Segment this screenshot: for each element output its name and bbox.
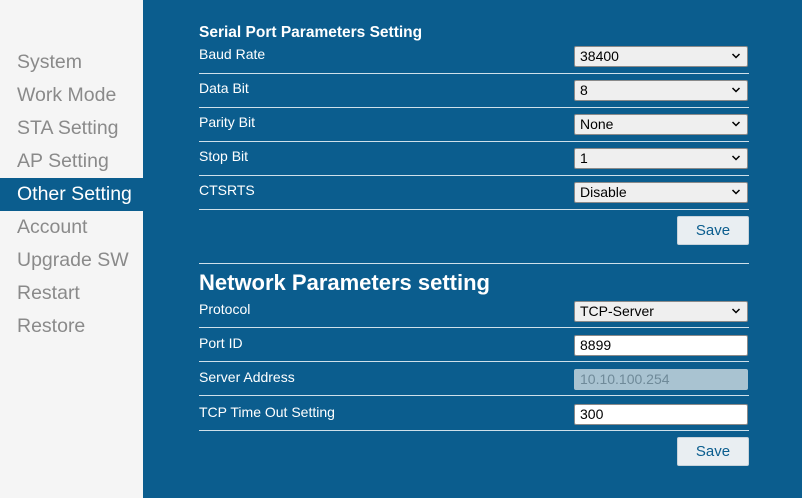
stop-bit-value: 1 bbox=[580, 150, 588, 166]
section-divider bbox=[199, 263, 749, 264]
server-address-value: 10.10.100.254 bbox=[580, 371, 670, 387]
protocol-select[interactable]: TCP-Server bbox=[574, 301, 748, 322]
port-id-row: Port ID 8899 bbox=[199, 335, 749, 362]
network-section-title: Network Parameters setting bbox=[199, 270, 490, 295]
tcp-timeout-label: TCP Time Out Setting bbox=[199, 404, 335, 420]
serial-section-title: Serial Port Parameters Setting bbox=[199, 24, 423, 41]
sidebar-item-ap-setting[interactable]: AP Setting bbox=[0, 145, 143, 178]
protocol-value: TCP-Server bbox=[580, 303, 654, 319]
baud-rate-select[interactable]: 38400 bbox=[574, 46, 748, 67]
baud-rate-value: 38400 bbox=[580, 48, 619, 64]
stop-bit-select[interactable]: 1 bbox=[574, 148, 748, 169]
data-bit-label: Data Bit bbox=[199, 80, 249, 96]
data-bit-value: 8 bbox=[580, 82, 588, 98]
sidebar-item-other-setting[interactable]: Other Setting bbox=[0, 178, 143, 211]
parity-bit-row: Parity Bit None bbox=[199, 114, 749, 142]
protocol-row: Protocol TCP-Server bbox=[199, 301, 749, 328]
data-bit-row: Data Bit 8 bbox=[199, 80, 749, 108]
sidebar-item-account[interactable]: Account bbox=[0, 211, 143, 244]
ctsrts-value: Disable bbox=[580, 184, 627, 200]
chevron-down-icon bbox=[731, 155, 741, 161]
protocol-label: Protocol bbox=[199, 301, 251, 317]
tcp-timeout-value: 300 bbox=[580, 406, 604, 422]
chevron-down-icon bbox=[731, 308, 741, 314]
tcp-timeout-row: TCP Time Out Setting 300 bbox=[199, 404, 749, 431]
chevron-down-icon bbox=[731, 53, 741, 59]
sidebar-item-system[interactable]: System bbox=[0, 46, 143, 79]
port-id-value: 8899 bbox=[580, 337, 612, 353]
baud-rate-row: Baud Rate 38400 bbox=[199, 46, 749, 74]
sidebar-item-restore[interactable]: Restore bbox=[0, 310, 143, 343]
server-address-row: Server Address 10.10.100.254 bbox=[199, 369, 749, 396]
ctsrts-row: CTSRTS Disable bbox=[199, 182, 749, 210]
stop-bit-label: Stop Bit bbox=[199, 148, 249, 164]
serial-save-button[interactable]: Save bbox=[677, 216, 749, 245]
server-address-label: Server Address bbox=[199, 369, 295, 385]
sidebar-item-work-mode[interactable]: Work Mode bbox=[0, 79, 143, 112]
data-bit-select[interactable]: 8 bbox=[574, 80, 748, 101]
baud-rate-label: Baud Rate bbox=[199, 46, 266, 62]
network-save-button[interactable]: Save bbox=[677, 437, 749, 466]
ctsrts-select[interactable]: Disable bbox=[574, 182, 748, 203]
server-address-input: 10.10.100.254 bbox=[574, 369, 748, 390]
parity-bit-value: None bbox=[580, 116, 614, 132]
parity-bit-label: Parity Bit bbox=[199, 114, 256, 130]
sidebar-nav: System Work Mode STA Setting AP Setting … bbox=[0, 46, 143, 343]
chevron-down-icon bbox=[731, 189, 741, 195]
sidebar: System Work Mode STA Setting AP Setting … bbox=[0, 0, 143, 498]
sidebar-item-restart[interactable]: Restart bbox=[0, 277, 143, 310]
chevron-down-icon bbox=[731, 121, 741, 127]
chevron-down-icon bbox=[731, 87, 741, 93]
ctsrts-label: CTSRTS bbox=[199, 182, 255, 198]
sidebar-item-sta-setting[interactable]: STA Setting bbox=[0, 112, 143, 145]
stop-bit-row: Stop Bit 1 bbox=[199, 148, 749, 176]
sidebar-item-upgrade-sw[interactable]: Upgrade SW bbox=[0, 244, 143, 277]
port-id-label: Port ID bbox=[199, 335, 243, 351]
main-panel: Serial Port Parameters Setting Baud Rate… bbox=[143, 0, 802, 498]
parity-bit-select[interactable]: None bbox=[574, 114, 748, 135]
port-id-input[interactable]: 8899 bbox=[574, 335, 748, 356]
tcp-timeout-input[interactable]: 300 bbox=[574, 404, 748, 425]
